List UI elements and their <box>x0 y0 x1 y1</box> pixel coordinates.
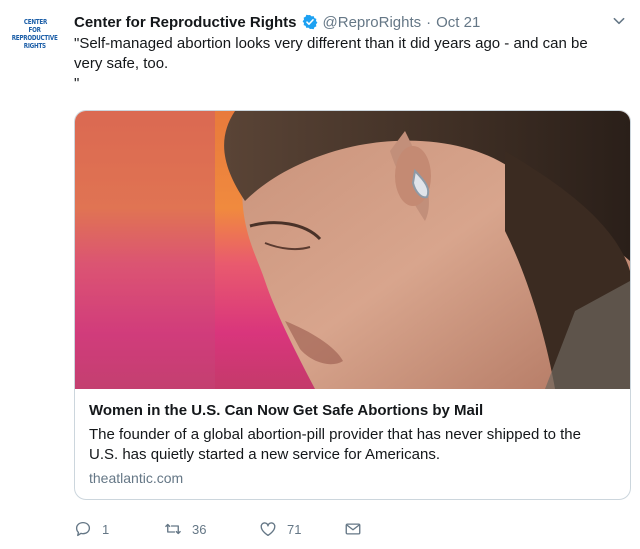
reply-button[interactable]: 1 <box>74 520 164 538</box>
card-image[interactable] <box>75 111 630 389</box>
tweet-text-line: "Self-managed abortion looks very differ… <box>74 35 588 52</box>
direct-message-button[interactable] <box>344 520 362 538</box>
author-name[interactable]: Center for Reproductive Rights <box>74 14 297 31</box>
avatar-line: FOR <box>28 26 42 34</box>
tweet-text-line: " <box>74 75 80 92</box>
woman-portrait-photo <box>75 111 630 389</box>
card-description: The founder of a global abortion-pill pr… <box>89 425 616 465</box>
tweet-header: Center for Reproductive Rights @ReproRig… <box>74 11 620 33</box>
like-button[interactable]: 71 <box>259 520 344 538</box>
retweet-icon <box>165 523 181 535</box>
reply-icon <box>75 521 91 537</box>
separator: · <box>426 13 432 31</box>
avatar-line: CENTER <box>23 18 47 26</box>
direct-message-icon <box>345 523 361 535</box>
tweet-text: "Self-managed abortion looks very differ… <box>74 34 614 94</box>
reply-count: 1 <box>102 521 110 537</box>
card-title[interactable]: Women in the U.S. Can Now Get Safe Abort… <box>89 401 616 421</box>
avatar-line: REPRODUCTIVE <box>12 34 58 42</box>
like-icon <box>260 522 276 537</box>
avatar-line: RIGHTS <box>23 42 47 50</box>
retweet-button[interactable]: 36 <box>164 520 259 538</box>
avatar[interactable]: CENTER FOR REPRODUCTIVE RIGHTS <box>6 18 64 64</box>
caret-down-icon[interactable] <box>612 14 626 28</box>
card-body: Women in the U.S. Can Now Get Safe Abort… <box>75 389 630 496</box>
card-description-line: The founder of a global abortion-pill pr… <box>89 426 581 443</box>
timestamp[interactable]: Oct 21 <box>436 14 480 31</box>
author-handle[interactable]: @ReproRights <box>323 14 422 31</box>
link-card[interactable]: Women in the U.S. Can Now Get Safe Abort… <box>74 110 631 500</box>
like-count: 71 <box>287 521 302 537</box>
card-domain[interactable]: theatlantic.com <box>89 470 616 486</box>
retweet-count: 36 <box>192 521 207 537</box>
tweet-text-line: very safe, too. <box>74 55 169 72</box>
card-description-line: U.S. has quietly started a new service f… <box>89 446 440 463</box>
verified-badge-icon <box>302 14 317 30</box>
tweet-actions: 1 36 71 <box>74 520 362 538</box>
